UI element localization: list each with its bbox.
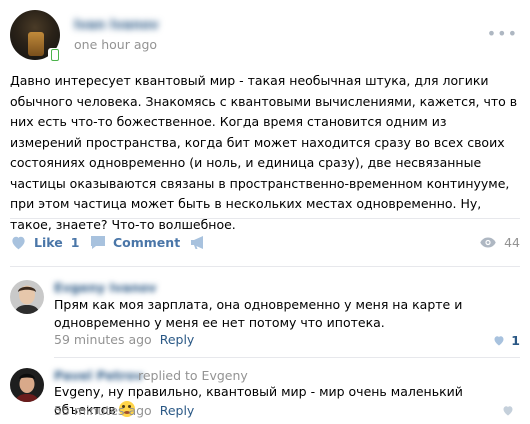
more-dots-icon[interactable]: •••: [487, 24, 518, 43]
like-button[interactable]: Like 1: [10, 235, 79, 250]
commenter-avatar[interactable]: [10, 280, 44, 314]
views-counter: 44: [480, 235, 520, 250]
eye-icon: [480, 237, 496, 248]
comment-like-count: 1: [511, 333, 520, 348]
comment-time[interactable]: 55 minutes ago: [54, 403, 152, 418]
views-count: 44: [504, 235, 520, 250]
divider: [54, 357, 520, 358]
divider: [10, 266, 520, 267]
comment-text: Прям как моя зарплата, она одновременно …: [54, 297, 463, 330]
comment-author[interactable]: Evgeny Ivanov: [54, 280, 156, 295]
mobile-icon: [48, 48, 62, 62]
comment-like-button[interactable]: 1: [493, 333, 520, 348]
avatar-photo: [10, 280, 44, 314]
heart-icon: [503, 406, 513, 416]
comment-item: Evgeny Ivanov Прям как моя зарплата, она…: [10, 280, 520, 350]
comment-icon: [91, 236, 105, 249]
reply-button[interactable]: Reply: [160, 332, 195, 347]
reply-button[interactable]: Reply: [160, 403, 195, 418]
avatar-photo: [10, 368, 44, 402]
heart-icon: [494, 336, 504, 346]
comment-author[interactable]: Pavel Petrov: [54, 368, 143, 383]
comment-button[interactable]: Comment: [90, 235, 180, 250]
commenter-avatar[interactable]: [10, 368, 44, 402]
post-header: Ivan Ivanov one hour ago •••: [10, 10, 530, 64]
divider: [10, 218, 520, 219]
post-author-name[interactable]: Ivan Ivanov: [74, 18, 159, 33]
comment-item: Pavel Petrov replied to Evgeny Evgeny, н…: [10, 368, 520, 424]
megaphone-icon: [191, 236, 203, 249]
like-count: 1: [70, 235, 80, 250]
comment-time[interactable]: 59 minutes ago: [54, 332, 152, 347]
post-time[interactable]: one hour ago: [74, 37, 157, 52]
comment-label: Comment: [113, 235, 181, 250]
heart-icon: [12, 236, 25, 250]
comment-meta: 59 minutes ago Reply: [54, 332, 194, 347]
share-button[interactable]: [190, 235, 214, 250]
comment-meta: 55 minutes ago Reply: [54, 403, 194, 418]
comment-like-button[interactable]: [502, 405, 520, 416]
like-label: Like: [34, 235, 63, 250]
post-text: Давно интересует квантовый мир - такая н…: [10, 73, 518, 232]
avatar-image: [28, 32, 44, 56]
replied-to-link[interactable]: replied to Evgeny: [138, 368, 248, 383]
post-actions: Like 1 Comment 44: [10, 232, 520, 256]
